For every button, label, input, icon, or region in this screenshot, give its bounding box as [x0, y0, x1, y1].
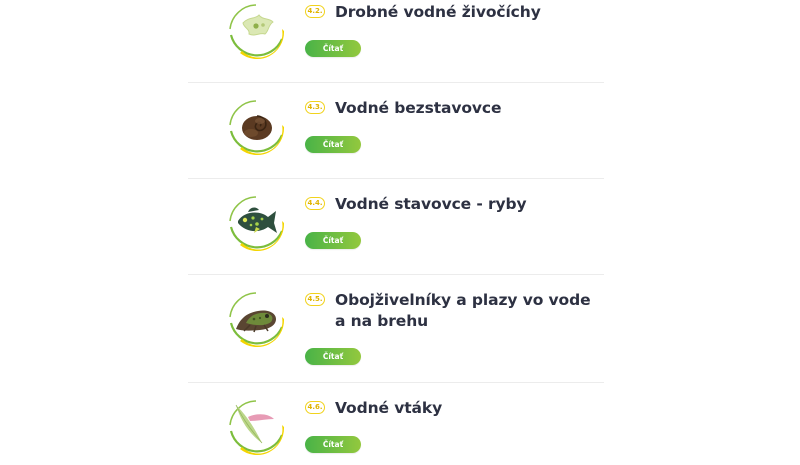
read-button[interactable]: Čítať — [305, 436, 361, 453]
chapter-title: Drobné vodné živočíchy — [335, 3, 541, 21]
feather-icon — [226, 397, 286, 457]
chapter-title: Vodné bezstavovce — [335, 99, 502, 117]
chapter-number-badge: 4.5. — [305, 293, 325, 306]
fish-icon — [226, 193, 286, 253]
divider — [188, 382, 604, 383]
divider — [188, 178, 604, 179]
micro-animal-icon — [226, 1, 286, 61]
read-button[interactable]: Čítať — [305, 232, 361, 249]
chapter-number-badge: 4.4. — [305, 197, 325, 210]
divider — [188, 274, 604, 275]
read-button[interactable]: Čítať — [305, 40, 361, 57]
frog-icon — [226, 289, 286, 349]
divider — [188, 82, 604, 83]
chapter-number-badge: 4.2. — [305, 5, 325, 18]
chapter-title: Vodné stavovce - ryby — [335, 195, 527, 213]
chapter-number-badge: 4.3. — [305, 101, 325, 114]
chapter-title: Vodné vtáky — [335, 399, 443, 417]
read-button[interactable]: Čítať — [305, 348, 361, 365]
chapter-title: Obojživelníky a plazy vo vode a na brehu — [335, 291, 591, 330]
snail-icon — [226, 97, 286, 157]
chapter-number-badge: 4.6. — [305, 401, 325, 414]
read-button[interactable]: Čítať — [305, 136, 361, 153]
